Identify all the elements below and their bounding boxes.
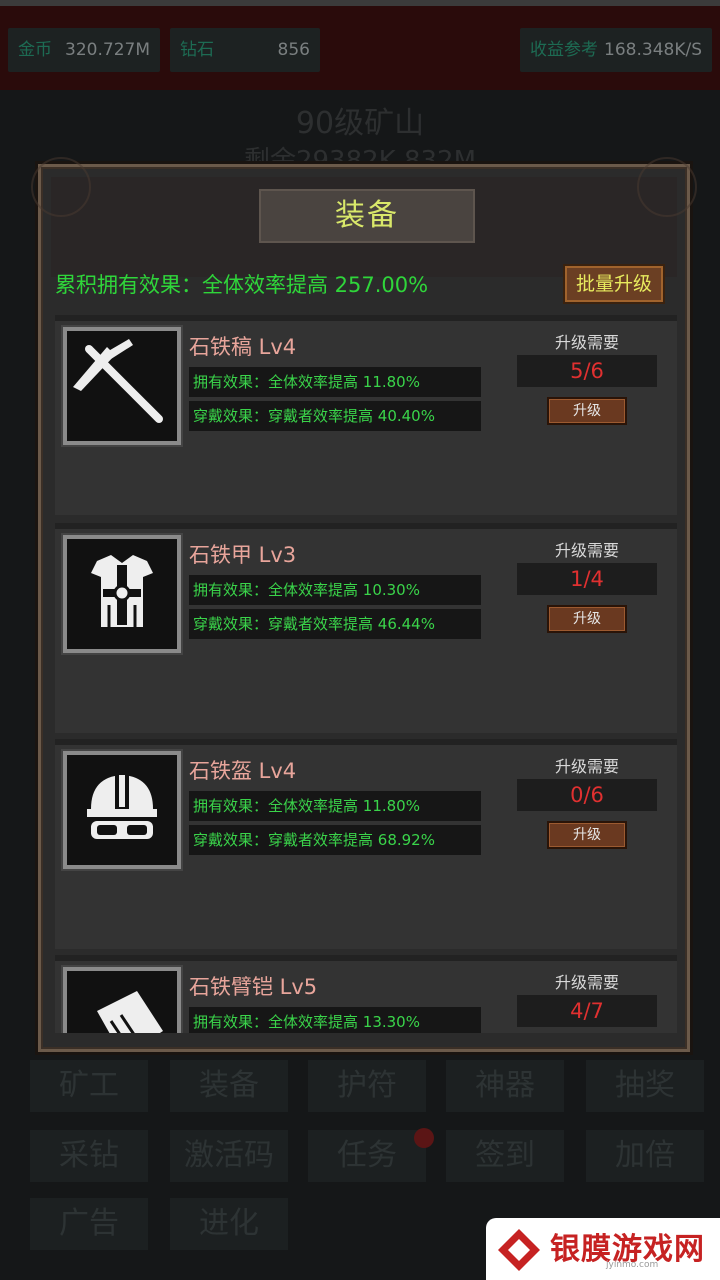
own-effect: 拥有效果：全体效率提高 10.30% <box>189 575 481 605</box>
top-stat-bar: 金币 320.727M 钻石 856 收益参考 168.348K/S <box>0 0 720 90</box>
diamond-stat: 钻石 856 <box>170 28 320 72</box>
upgrade-requirement-label: 升级需要 <box>554 757 619 776</box>
own-effect: 拥有效果：全体效率提高 11.80% <box>189 367 481 397</box>
upgrade-requirement-count: 4/7 <box>517 995 657 1027</box>
upgrade-button[interactable]: 升级 <box>547 605 627 633</box>
armor-icon <box>61 533 183 655</box>
upgrade-requirement-label: 升级需要 <box>554 333 619 352</box>
watermark-url: jyinmo.com <box>606 1260 659 1270</box>
watermark-logo-icon <box>496 1227 542 1273</box>
equipment-name: 石铁臂铠 Lv5 <box>189 975 318 999</box>
pickaxe-icon <box>61 325 183 447</box>
wear-effect: 穿戴效果：穿戴者效率提高 46.44% <box>189 609 481 639</box>
equipment-card: 石铁甲 Lv3 拥有效果：全体效率提高 10.30% 穿戴效果：穿戴者效率提高 … <box>55 523 677 733</box>
own-effect: 拥有效果：全体效率提高 13.30% <box>189 1007 481 1033</box>
upgrade-button[interactable]: 升级 <box>547 397 627 425</box>
wear-effect: 穿戴效果：穿戴者效率提高 40.40% <box>189 401 481 431</box>
equipment-name: 石铁稿 Lv4 <box>189 335 297 359</box>
cumulative-effect: 累积拥有效果：全体效率提高 257.00% <box>55 273 429 297</box>
income-stat: 收益参考 168.348K/S <box>520 28 712 72</box>
income-value: 168.348K/S <box>604 40 702 60</box>
upgrade-requirement-count: 0/6 <box>517 779 657 811</box>
bracer-icon <box>61 965 183 1033</box>
wear-effect: 穿戴效果：穿戴者效率提高 68.92% <box>189 825 481 855</box>
equipment-name: 石铁盔 Lv4 <box>189 759 297 783</box>
equipment-card: 石铁稿 Lv4 拥有效果：全体效率提高 11.80% 穿戴效果：穿戴者效率提高 … <box>55 315 677 515</box>
upgrade-requirement-label: 升级需要 <box>554 541 619 560</box>
gold-label: 金币 <box>18 40 52 60</box>
equipment-list[interactable]: 石铁稿 Lv4 拥有效果：全体效率提高 11.80% 穿戴效果：穿戴者效率提高 … <box>55 315 677 1033</box>
equipment-card: 石铁盔 Lv4 拥有效果：全体效率提高 11.80% 穿戴效果：穿戴者效率提高 … <box>55 739 677 949</box>
upgrade-requirement-count: 5/6 <box>517 355 657 387</box>
modal-title: 装备 <box>259 189 475 243</box>
upgrade-requirement-label: 升级需要 <box>554 973 619 992</box>
income-label: 收益参考 <box>530 40 598 60</box>
equipment-name: 石铁甲 Lv3 <box>189 543 297 567</box>
equipment-card: 石铁臂铠 Lv5 拥有效果：全体效率提高 13.30% 升级需要 4/7 <box>55 955 677 1033</box>
equipment-modal: 装备 累积拥有效果：全体效率提高 257.00% 批量升级 石铁稿 Lv4 拥有… <box>31 157 697 1052</box>
batch-upgrade-button[interactable]: 批量升级 <box>563 264 665 304</box>
upgrade-button[interactable]: 升级 <box>547 821 627 849</box>
own-effect: 拥有效果：全体效率提高 11.80% <box>189 791 481 821</box>
diamond-value: 856 <box>277 40 310 60</box>
gold-value: 320.727M <box>65 40 150 60</box>
diamond-label: 钻石 <box>180 40 214 60</box>
gold-stat: 金币 320.727M <box>8 28 160 72</box>
helmet-icon <box>61 749 183 871</box>
corner-ornament <box>31 157 91 217</box>
corner-ornament <box>637 157 697 217</box>
upgrade-requirement-count: 1/4 <box>517 563 657 595</box>
site-watermark: 银膜游戏网 jyinmo.com <box>486 1218 720 1280</box>
